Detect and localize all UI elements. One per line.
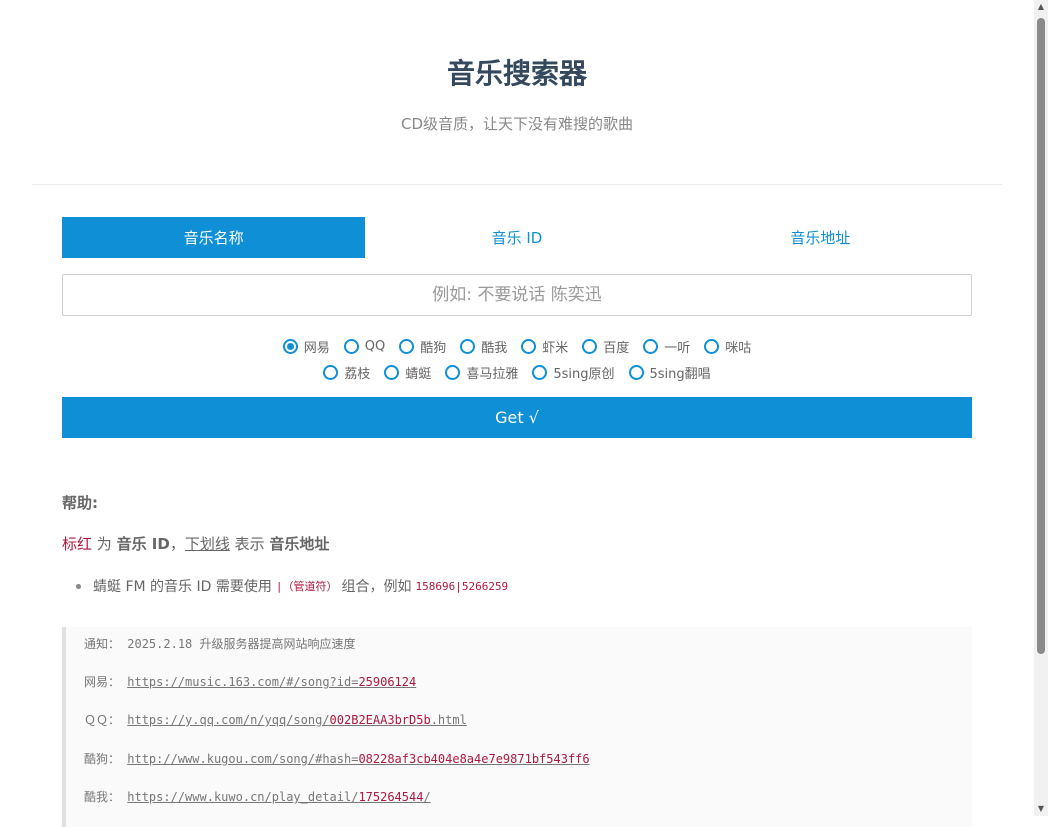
radio-kuwo[interactable]: 酷我 <box>460 336 507 356</box>
example-label: ＱＱ： <box>84 713 121 727</box>
page-title: 音乐搜索器 <box>446 57 587 90</box>
source-radio-group-row2: 荔枝 蜻蜓 喜马拉雅 5sing原创 5sing翻唱 <box>0 362 1034 382</box>
help-title: 帮助: <box>62 494 98 512</box>
legend-text: 表示 <box>229 535 270 553</box>
header-divider <box>32 184 1002 185</box>
tab-music-id[interactable]: 音乐 ID <box>365 217 668 258</box>
radio-5sing-original[interactable]: 5sing原创 <box>532 362 615 382</box>
page: 音乐搜索器 CD级音质，让天下没有难搜的歌曲 音乐名称 音乐 ID 音乐地址 网… <box>0 0 1034 827</box>
radio-lizhi[interactable]: 荔枝 <box>323 362 370 382</box>
radio-unchecked-icon <box>384 364 400 380</box>
radio-unchecked-icon <box>399 338 415 354</box>
legend-bold-id: 音乐 ID <box>116 535 170 553</box>
source-radio-group-row1: 网易 QQ 酷狗 酷我 虾米 百度 一听 咪咕 <box>0 336 1034 356</box>
notice-line: 通知： 2025.2.18 升级服务器提高网站响应速度 <box>84 635 356 652</box>
radio-unchecked-icon <box>445 364 461 380</box>
search-input[interactable] <box>62 274 972 316</box>
radio-unchecked-icon <box>343 338 359 354</box>
radio-1ting[interactable]: 一听 <box>643 336 690 356</box>
radio-netease[interactable]: 网易 <box>282 336 330 356</box>
radio-unchecked-icon <box>643 338 659 354</box>
example-link-qq[interactable]: https://y.qq.com/n/yqq/song/002B2EAA3brD… <box>127 713 467 727</box>
radio-qq[interactable]: QQ <box>343 336 385 356</box>
radio-unchecked-icon <box>460 338 476 354</box>
scroll-up-arrow-icon[interactable]: ▲ <box>1034 0 1048 14</box>
bullet-code-pipe: |（管道符） <box>275 580 338 593</box>
radio-unchecked-icon <box>704 338 720 354</box>
example-label: 网易： <box>84 675 121 689</box>
radio-unchecked-icon <box>521 338 537 354</box>
bullet-text: 蜻蜓 FM 的音乐 ID 需要使用 <box>93 579 272 595</box>
radio-unchecked-icon <box>532 364 548 380</box>
example-link-kuwo[interactable]: https://www.kuwo.cn/play_detail/17526454… <box>127 790 430 804</box>
radio-checked-icon <box>282 338 298 354</box>
radio-qingting[interactable]: 蜻蜓 <box>384 362 431 382</box>
radio-unchecked-icon <box>323 364 339 380</box>
help-bullet-item: 蜻蜓 FM 的音乐 ID 需要使用 |（管道符） 组合，例如 158696|52… <box>76 576 512 596</box>
legend-text: 为 <box>92 535 117 553</box>
radio-unchecked-icon <box>582 338 598 354</box>
example-label: 酷狗： <box>84 752 121 766</box>
radio-unchecked-icon <box>628 364 644 380</box>
notice-block: 通知： 2025.2.18 升级服务器提高网站响应速度 网易： https://… <box>62 627 972 827</box>
example-link-kugou[interactable]: http://www.kugou.com/song/#hash=08228af3… <box>127 752 589 766</box>
radio-xiami[interactable]: 虾米 <box>521 336 568 356</box>
tab-music-name[interactable]: 音乐名称 <box>62 217 366 258</box>
legend-underline-text: 下划线 <box>184 535 230 553</box>
scroll-down-arrow-icon[interactable]: ▼ <box>1034 802 1048 816</box>
radio-ximalaya[interactable]: 喜马拉雅 <box>445 362 518 382</box>
example-netease: 网易： https://music.163.com/#/song?id=2590… <box>84 673 416 690</box>
get-button[interactable]: Get √ <box>62 397 972 438</box>
help-legend: 标红 为 音乐 ID，下划线 表示 音乐地址 <box>62 533 329 554</box>
notice-label: 通知： <box>84 637 121 651</box>
example-link-netease[interactable]: https://music.163.com/#/song?id=25906124 <box>127 675 416 689</box>
scrollbar-thumb[interactable] <box>1037 18 1045 654</box>
legend-bold-url: 音乐地址 <box>269 535 330 553</box>
notice-text: 2025.2.18 升级服务器提高网站响应速度 <box>127 637 356 651</box>
bullet-code-example: 158696|5266259 <box>415 579 509 593</box>
bullet-dot-icon <box>76 583 81 589</box>
radio-migu[interactable]: 咪咕 <box>704 336 751 356</box>
radio-kugou[interactable]: 酷狗 <box>399 336 446 356</box>
search-mode-tabs: 音乐名称 音乐 ID 音乐地址 <box>62 217 972 258</box>
legend-red-text: 标红 <box>62 535 93 553</box>
tab-music-url[interactable]: 音乐地址 <box>669 217 972 258</box>
example-kuwo: 酷我： https://www.kuwo.cn/play_detail/1752… <box>84 788 431 805</box>
example-label: 酷我： <box>84 790 121 804</box>
radio-baidu[interactable]: 百度 <box>582 336 629 356</box>
page-subtitle: CD级音质，让天下没有难搜的歌曲 <box>400 115 634 133</box>
radio-5sing-cover[interactable]: 5sing翻唱 <box>628 362 711 382</box>
legend-text: ， <box>169 535 185 553</box>
example-qq: ＱＱ： https://y.qq.com/n/yqq/song/002B2EAA… <box>84 711 467 728</box>
example-kugou: 酷狗： http://www.kugou.com/song/#hash=0822… <box>84 750 590 767</box>
vertical-scrollbar[interactable]: ▲ ▼ <box>1034 0 1048 816</box>
bullet-text: 组合，例如 <box>341 579 412 595</box>
